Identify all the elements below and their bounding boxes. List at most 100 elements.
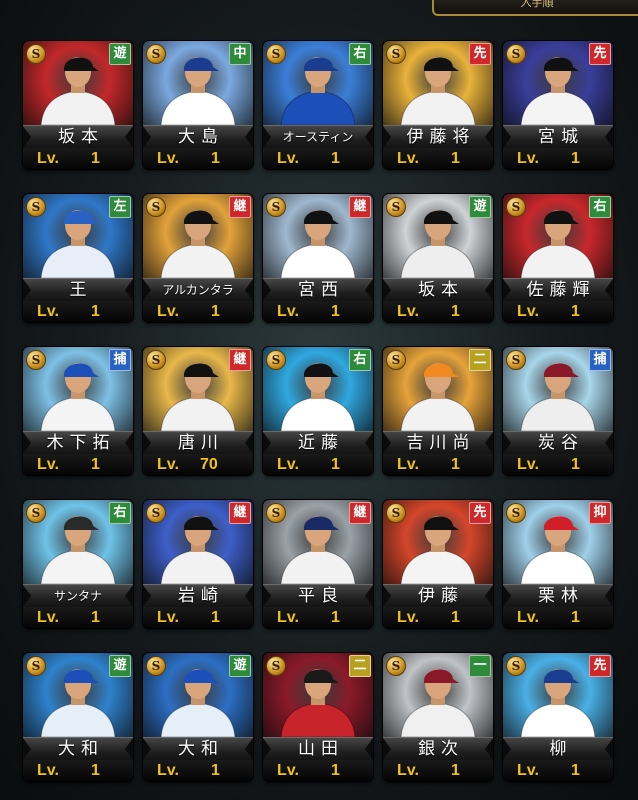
level-value: 1 [571, 150, 580, 167]
level-value: 1 [91, 762, 100, 779]
sort-order-button[interactable]: 入手順 [432, 0, 638, 16]
level-plate: Lv. 1 [23, 607, 133, 628]
name-plate: 柳 [503, 737, 613, 761]
level-prefix: Lv. [37, 150, 59, 167]
level-value: 1 [331, 609, 340, 626]
name-plate: 銀次 [383, 737, 493, 761]
name-plate: 山田 [263, 737, 373, 761]
player-card[interactable]: S 右オースティン Lv. 1 [263, 41, 373, 169]
level-prefix: Lv. [157, 609, 179, 626]
level-plate: Lv. 1 [383, 301, 493, 322]
name-plate: 坂本 [23, 125, 133, 149]
rarity-badge: S [146, 350, 166, 370]
player-name: 伊藤将 [406, 127, 476, 147]
level-plate: Lv. 1 [263, 454, 373, 475]
level-prefix: Lv. [277, 303, 299, 320]
level-value: 1 [91, 303, 100, 320]
player-card[interactable]: S 右近藤 Lv. 1 [263, 347, 373, 475]
player-card[interactable]: S 継平良 Lv. 1 [263, 500, 373, 628]
rarity-badge: S [26, 350, 46, 370]
level-plate: Lv. 1 [23, 148, 133, 169]
name-plate: 伊藤将 [383, 125, 493, 149]
player-card[interactable]: S 二吉川尚 Lv. 1 [383, 347, 493, 475]
player-name: 坂本 [58, 127, 104, 147]
player-name: 炭谷 [538, 433, 584, 453]
player-card[interactable]: S 二山田 Lv. 1 [263, 653, 373, 781]
level-plate: Lv. 1 [263, 148, 373, 169]
rarity-badge: S [26, 503, 46, 523]
position-badge: 遊 [229, 655, 251, 677]
player-card[interactable]: S 継宮西 Lv. 1 [263, 194, 373, 322]
player-card[interactable]: S 一銀次 Lv. 1 [383, 653, 493, 781]
level-prefix: Lv. [277, 456, 299, 473]
player-name: 唐川 [178, 433, 224, 453]
level-plate: Lv. 1 [23, 301, 133, 322]
sort-order-label: 入手順 [520, 0, 554, 9]
player-card[interactable]: S 継唐川 Lv. 70 [143, 347, 253, 475]
level-prefix: Lv. [397, 762, 419, 779]
level-prefix: Lv. [37, 762, 59, 779]
level-prefix: Lv. [157, 456, 179, 473]
player-card[interactable]: S 遊大和 Lv. 1 [143, 653, 253, 781]
player-card[interactable]: S 先柳 Lv. 1 [503, 653, 613, 781]
level-value: 1 [331, 456, 340, 473]
player-card[interactable]: S 遊坂本 Lv. 1 [23, 41, 133, 169]
level-prefix: Lv. [37, 456, 59, 473]
player-card[interactable]: S 捕木下拓 Lv. 1 [23, 347, 133, 475]
player-name: 宮西 [298, 280, 344, 300]
player-name: 大和 [58, 739, 104, 759]
level-prefix: Lv. [37, 303, 59, 320]
player-card[interactable]: S 継アルカンタラ Lv. 1 [143, 194, 253, 322]
rarity-badge: S [146, 197, 166, 217]
player-card[interactable]: S 継岩崎 Lv. 1 [143, 500, 253, 628]
position-badge: 右 [589, 196, 611, 218]
position-badge: 抑 [589, 502, 611, 524]
player-card[interactable]: S 遊大和 Lv. 1 [23, 653, 133, 781]
position-badge: 遊 [469, 196, 491, 218]
name-plate: 宮西 [263, 278, 373, 302]
player-name: サンタナ [53, 589, 102, 603]
rarity-badge: S [506, 503, 526, 523]
player-card[interactable]: S 先宮城 Lv. 1 [503, 41, 613, 169]
level-prefix: Lv. [277, 150, 299, 167]
player-name: 大島 [178, 127, 224, 147]
position-badge: 捕 [589, 349, 611, 371]
player-card[interactable]: S 捕炭谷 Lv. 1 [503, 347, 613, 475]
rarity-badge: S [386, 503, 406, 523]
position-badge: 継 [229, 349, 251, 371]
level-prefix: Lv. [157, 303, 179, 320]
level-prefix: Lv. [277, 609, 299, 626]
rarity-badge: S [26, 656, 46, 676]
rarity-badge: S [266, 197, 286, 217]
level-plate: Lv. 1 [143, 607, 253, 628]
level-prefix: Lv. [37, 609, 59, 626]
level-value: 1 [451, 303, 460, 320]
position-badge: 先 [589, 655, 611, 677]
level-plate: Lv. 1 [23, 454, 133, 475]
player-card[interactable]: S 中大島 Lv. 1 [143, 41, 253, 169]
player-name: アルカンタラ [162, 283, 234, 297]
level-plate: Lv. 1 [143, 148, 253, 169]
level-value: 1 [331, 762, 340, 779]
level-value: 1 [571, 609, 580, 626]
name-plate: 唐川 [143, 431, 253, 455]
player-name: 山田 [298, 739, 344, 759]
player-card[interactable]: S 先伊藤将 Lv. 1 [383, 41, 493, 169]
player-card[interactable]: S 右サンタナ Lv. 1 [23, 500, 133, 628]
position-badge: 二 [349, 655, 371, 677]
player-name: 坂本 [418, 280, 464, 300]
level-value: 1 [211, 303, 220, 320]
level-value: 1 [211, 609, 220, 626]
player-name: 平良 [298, 586, 344, 606]
level-prefix: Lv. [517, 150, 539, 167]
player-card[interactable]: S 遊坂本 Lv. 1 [383, 194, 493, 322]
name-plate: 栗林 [503, 584, 613, 608]
level-plate: Lv. 1 [263, 760, 373, 781]
player-card[interactable]: S 先伊藤 Lv. 1 [383, 500, 493, 628]
level-value: 1 [211, 150, 220, 167]
rarity-badge: S [146, 44, 166, 64]
player-card[interactable]: S 抑栗林 Lv. 1 [503, 500, 613, 628]
player-card[interactable]: S 左王 Lv. 1 [23, 194, 133, 322]
player-card[interactable]: S 右佐藤輝 Lv. 1 [503, 194, 613, 322]
rarity-badge: S [386, 197, 406, 217]
